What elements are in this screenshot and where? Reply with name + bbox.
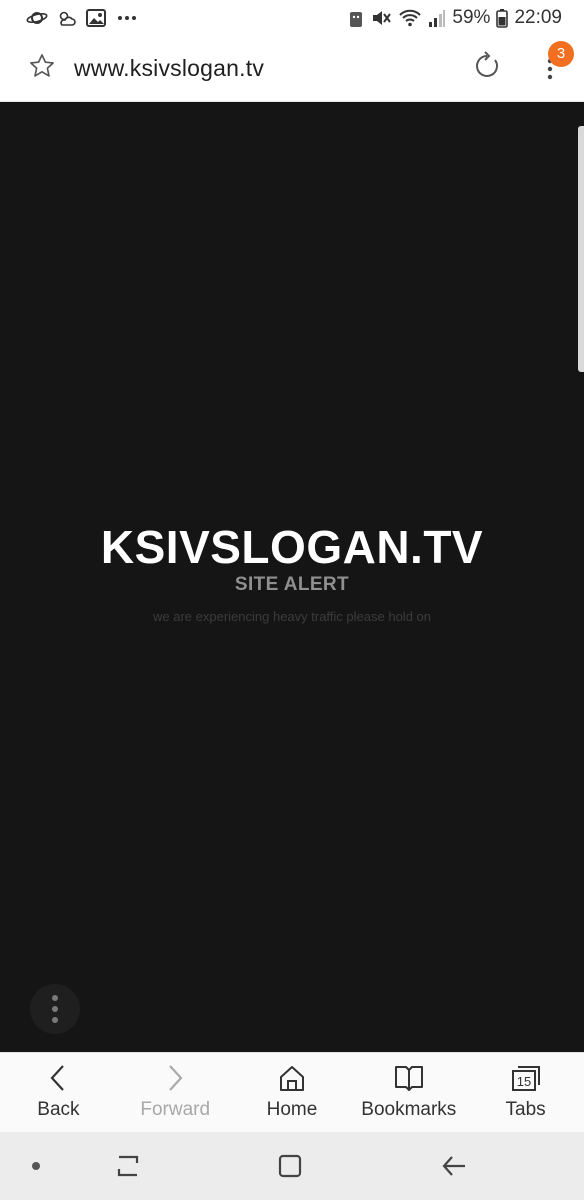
home-nav-button[interactable] — [272, 1132, 308, 1200]
forward-label: Forward — [140, 1099, 211, 1120]
battery-percent: 59% — [452, 7, 491, 28]
home-icon — [279, 1066, 304, 1091]
scroll-handle[interactable] — [578, 126, 584, 372]
site-title: KSIVSLOGAN.TV — [100, 521, 484, 573]
home-label: Home — [266, 1099, 318, 1120]
weather-icon — [56, 9, 78, 27]
back-nav-icon — [442, 1156, 465, 1176]
browser-menu-button[interactable]: 3 — [536, 40, 574, 89]
site-alert-message: we are experiencing heavy traffic please… — [153, 609, 431, 624]
android-icon — [348, 8, 364, 28]
home-button[interactable]: Home — [234, 1053, 351, 1132]
back-label: Back — [37, 1099, 80, 1120]
more-notifications-icon — [114, 9, 140, 27]
bookmarks-button[interactable]: Bookmarks — [350, 1053, 467, 1132]
web-content: KSIVSLOGAN.TV SITE ALERT we are experien… — [0, 102, 584, 1052]
star-icon[interactable] — [28, 52, 56, 85]
planet-icon — [26, 9, 48, 27]
signal-icon — [428, 8, 446, 28]
tab-count: 15 — [516, 1074, 530, 1089]
recent-apps-button[interactable] — [110, 1132, 146, 1200]
tabs-label: Tabs — [505, 1099, 546, 1120]
forward-arrow-icon — [169, 1065, 183, 1091]
bookmarks-label: Bookmarks — [361, 1099, 457, 1120]
mute-icon — [370, 8, 392, 28]
tabs-icon: 15 — [511, 1066, 540, 1091]
reload-icon[interactable] — [472, 51, 502, 86]
battery-icon — [496, 8, 509, 28]
menu-badge: 3 — [548, 40, 574, 67]
system-navigation-bar — [0, 1132, 584, 1200]
back-arrow-icon — [50, 1065, 65, 1091]
system-status: 59% 22:09 — [348, 7, 562, 29]
recent-apps-icon — [117, 1155, 139, 1177]
tabs-button[interactable]: 15 Tabs — [467, 1053, 584, 1132]
forward-button[interactable]: Forward — [117, 1053, 234, 1132]
bookmarks-icon — [394, 1066, 423, 1091]
clock: 22:09 — [514, 7, 562, 28]
home-square-icon — [278, 1154, 302, 1178]
back-nav-button[interactable] — [436, 1132, 472, 1200]
back-button[interactable]: Back — [0, 1053, 117, 1132]
site-alert-heading: SITE ALERT — [234, 574, 350, 595]
url-field[interactable]: www.ksivslogan.tv — [74, 55, 264, 82]
notification-icons — [26, 9, 140, 27]
status-bar: 59% 22:09 — [0, 0, 584, 36]
page-options-button[interactable] — [30, 984, 80, 1034]
address-bar: www.ksivslogan.tv 3 — [0, 36, 584, 102]
image-icon — [86, 9, 106, 27]
browser-toolbar: Back Forward Home Bookmarks 15 Tabs — [0, 1052, 584, 1132]
nav-dot-icon[interactable] — [26, 1132, 46, 1200]
wifi-icon — [398, 8, 422, 28]
